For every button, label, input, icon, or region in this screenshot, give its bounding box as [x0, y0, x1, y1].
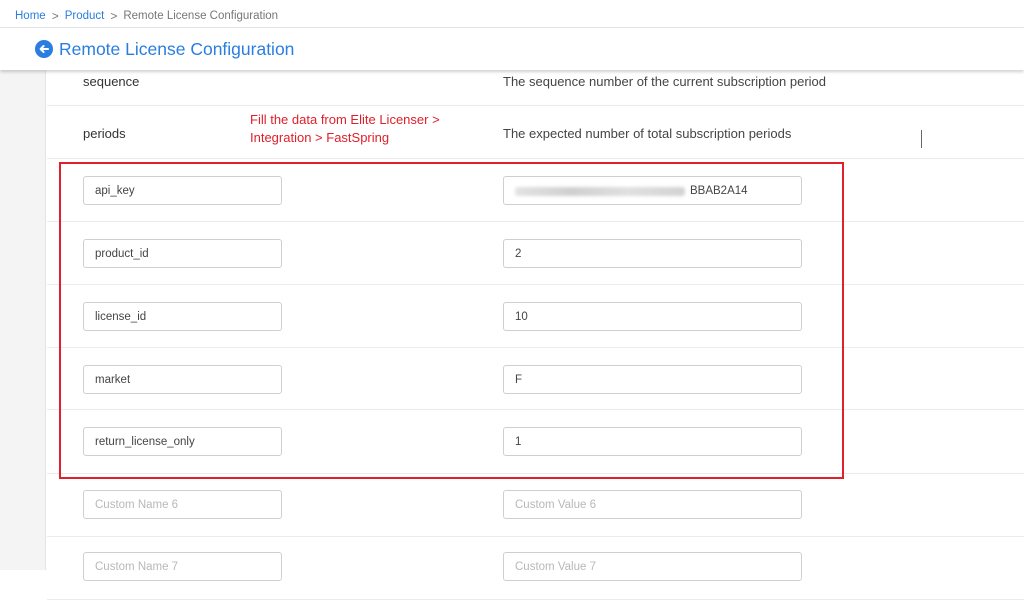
custom-name-input[interactable]: [83, 552, 282, 581]
table-row: sequence The sequence number of the curr…: [47, 70, 1024, 106]
breadcrumb-home-link[interactable]: Home: [15, 10, 46, 22]
table-row: periods The expected number of total sub…: [47, 106, 1024, 159]
chevron-right-icon: >: [51, 8, 59, 23]
text-cursor: [921, 130, 922, 148]
param-name: periods: [83, 126, 126, 141]
breadcrumb-current: Remote License Configuration: [123, 9, 279, 22]
chevron-right-icon: >: [110, 8, 118, 23]
custom-value-input[interactable]: [503, 239, 802, 268]
custom-name-input[interactable]: [83, 176, 282, 205]
custom-value-input[interactable]: [503, 302, 802, 331]
arrow-left-circle-icon[interactable]: [35, 40, 53, 58]
config-content: sequence The sequence number of the curr…: [47, 70, 1024, 600]
custom-name-input[interactable]: [83, 239, 282, 268]
custom-name-input[interactable]: [83, 302, 282, 331]
redacted-text: [515, 187, 685, 196]
param-description: The sequence number of the current subsc…: [503, 74, 827, 89]
custom-value-input[interactable]: [503, 365, 802, 394]
left-sidebar: [0, 70, 46, 570]
custom-value-input[interactable]: [503, 427, 802, 456]
page-header: Remote License Configuration: [0, 28, 1024, 70]
breadcrumb: Home > Product > Remote License Configur…: [0, 0, 1024, 28]
annotation-note: Fill the data from Elite Licenser > Inte…: [250, 112, 440, 145]
param-name: sequence: [83, 74, 140, 89]
custom-name-input[interactable]: [83, 365, 282, 394]
custom-value-input[interactable]: [503, 490, 802, 519]
custom-name-input[interactable]: [83, 490, 282, 519]
param-description: The expected number of total subscriptio…: [503, 126, 792, 141]
breadcrumb-product-link[interactable]: Product: [65, 10, 105, 22]
page-title: Remote License Configuration: [59, 38, 295, 59]
custom-name-input[interactable]: [83, 427, 282, 456]
custom-value-input[interactable]: [503, 552, 802, 581]
